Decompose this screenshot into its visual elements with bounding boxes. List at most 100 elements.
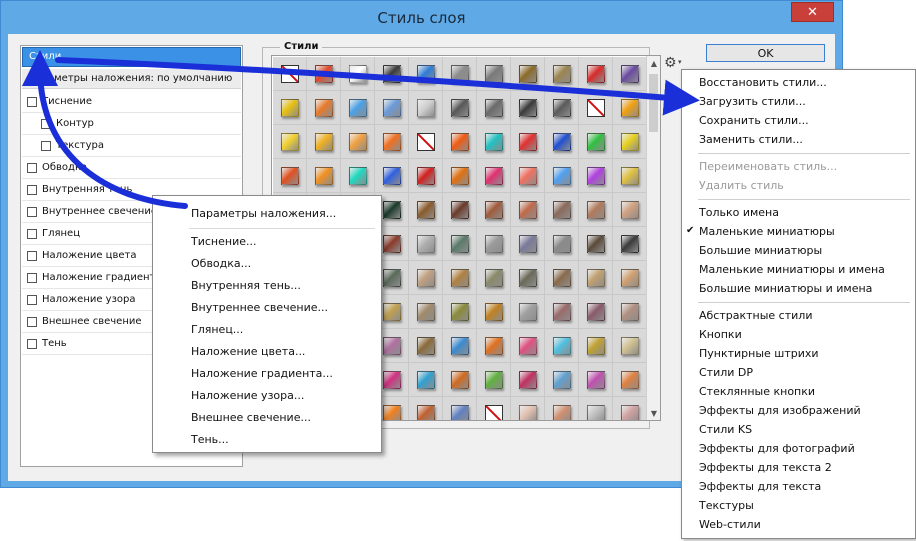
style-swatch-cell[interactable] xyxy=(443,57,477,91)
style-swatch-cell[interactable] xyxy=(613,57,647,91)
style-swatch-cell[interactable] xyxy=(477,125,511,159)
style-swatch-cell[interactable] xyxy=(375,159,409,193)
style-swatch-cell[interactable] xyxy=(341,57,375,91)
effect-checkbox[interactable] xyxy=(41,140,51,151)
effect-checkbox[interactable] xyxy=(27,272,37,283)
style-swatch-cell[interactable] xyxy=(477,159,511,193)
style-swatch-cell[interactable] xyxy=(613,261,647,295)
style-swatch-cell[interactable] xyxy=(443,125,477,159)
ok-button[interactable]: OK xyxy=(706,44,825,62)
style-swatch-cell[interactable] xyxy=(613,227,647,261)
style-swatch-cell[interactable] xyxy=(477,227,511,261)
scroll-down-icon[interactable]: ▼ xyxy=(647,406,660,420)
style-swatch-cell[interactable] xyxy=(545,125,579,159)
styles-menu-item[interactable]: Стили KS xyxy=(699,423,752,436)
style-swatch-cell[interactable] xyxy=(409,193,443,227)
style-swatch-cell[interactable] xyxy=(511,397,545,420)
style-swatch-cell[interactable] xyxy=(579,261,613,295)
style-swatch-cell[interactable] xyxy=(375,91,409,125)
style-swatch-cell[interactable] xyxy=(613,193,647,227)
style-swatch-cell[interactable] xyxy=(613,159,647,193)
styles-menu-item[interactable]: Маленькие миниатюры и имена xyxy=(699,263,885,276)
style-swatch-cell[interactable] xyxy=(579,363,613,397)
style-swatch-cell[interactable] xyxy=(511,125,545,159)
style-swatch-cell[interactable] xyxy=(545,329,579,363)
style-swatch-cell[interactable] xyxy=(409,363,443,397)
style-swatch-cell[interactable] xyxy=(511,57,545,91)
popup-menu-item[interactable]: Параметры наложения... xyxy=(191,207,336,220)
style-swatch-cell[interactable] xyxy=(409,261,443,295)
style-swatch-cell[interactable] xyxy=(477,57,511,91)
styles-menu-item[interactable]: Сохранить стили... xyxy=(699,114,809,127)
style-swatch-cell[interactable] xyxy=(579,227,613,261)
chevron-down-icon[interactable]: ▾ xyxy=(678,58,682,66)
effect-checkbox[interactable] xyxy=(27,96,37,107)
effect-checkbox[interactable] xyxy=(27,162,37,173)
style-swatch-cell[interactable] xyxy=(341,125,375,159)
close-button[interactable]: ✕ xyxy=(791,2,834,22)
style-swatch-cell[interactable] xyxy=(409,329,443,363)
gear-icon[interactable]: ⚙ xyxy=(664,55,677,71)
style-swatch-cell[interactable] xyxy=(545,227,579,261)
effect-checkbox[interactable] xyxy=(27,184,37,195)
style-swatch-cell[interactable] xyxy=(477,91,511,125)
style-swatch-cell[interactable] xyxy=(613,91,647,125)
styles-menu-item[interactable]: Web-стили xyxy=(699,518,761,531)
style-swatch-cell[interactable] xyxy=(579,57,613,91)
style-swatch-cell[interactable] xyxy=(443,261,477,295)
style-swatch-cell[interactable] xyxy=(545,295,579,329)
style-swatch-cell[interactable] xyxy=(409,159,443,193)
styles-menu-item[interactable]: Только имена xyxy=(699,206,779,219)
styles-menu-item[interactable]: Эффекты для текста 2 xyxy=(699,461,832,474)
style-swatch-cell[interactable] xyxy=(477,363,511,397)
style-swatch-cell[interactable] xyxy=(511,193,545,227)
style-swatch-cell[interactable] xyxy=(273,159,307,193)
style-swatch-cell[interactable] xyxy=(511,159,545,193)
effect-row[interactable]: Тиснение xyxy=(22,91,241,113)
style-swatch-cell[interactable] xyxy=(511,363,545,397)
styles-menu-item[interactable]: Абстрактные стили xyxy=(699,309,812,322)
style-swatch-cell[interactable] xyxy=(613,363,647,397)
scroll-thumb[interactable] xyxy=(649,74,658,132)
styles-menu-item[interactable]: Загрузить стили... xyxy=(699,95,806,108)
style-swatch-cell[interactable] xyxy=(579,295,613,329)
styles-menu-item[interactable]: Стили DP xyxy=(699,366,753,379)
style-swatch-cell[interactable] xyxy=(443,91,477,125)
effect-checkbox[interactable] xyxy=(27,206,37,217)
style-swatch-cell[interactable] xyxy=(545,193,579,227)
popup-menu-item[interactable]: Тень... xyxy=(191,433,229,446)
effect-checkbox[interactable] xyxy=(27,250,37,261)
style-swatch-cell[interactable] xyxy=(613,295,647,329)
blending-options-item[interactable]: Параметры наложения: по умолчанию xyxy=(22,69,241,89)
style-swatch-cell[interactable] xyxy=(579,91,613,125)
style-swatch-cell[interactable] xyxy=(613,125,647,159)
style-swatch-cell[interactable] xyxy=(443,227,477,261)
style-swatch-cell[interactable] xyxy=(579,329,613,363)
style-swatch-cell[interactable] xyxy=(579,397,613,420)
styles-menu-item[interactable]: Стеклянные кнопки xyxy=(699,385,815,398)
style-swatch-cell[interactable] xyxy=(409,125,443,159)
style-swatch-cell[interactable] xyxy=(341,159,375,193)
popup-menu-item[interactable]: Внутреннее свечение... xyxy=(191,301,328,314)
style-swatch-cell[interactable] xyxy=(273,91,307,125)
style-swatch-cell[interactable] xyxy=(511,295,545,329)
style-swatch-cell[interactable] xyxy=(273,57,307,91)
style-swatch-cell[interactable] xyxy=(579,159,613,193)
popup-menu-item[interactable]: Наложение цвета... xyxy=(191,345,305,358)
style-swatch-cell[interactable] xyxy=(613,397,647,420)
style-swatch-cell[interactable] xyxy=(545,159,579,193)
style-swatch-cell[interactable] xyxy=(545,91,579,125)
effect-checkbox[interactable] xyxy=(27,338,37,349)
style-swatch-cell[interactable] xyxy=(409,295,443,329)
style-swatch-cell[interactable] xyxy=(409,227,443,261)
styles-menu-item[interactable]: Большие миниатюры и имена xyxy=(699,282,872,295)
scroll-up-icon[interactable]: ▲ xyxy=(647,56,660,70)
style-swatch-cell[interactable] xyxy=(545,363,579,397)
style-swatch-cell[interactable] xyxy=(579,125,613,159)
popup-menu-item[interactable]: Обводка... xyxy=(191,257,251,270)
styles-menu-item[interactable]: Эффекты для фотографий xyxy=(699,442,855,455)
effect-checkbox[interactable] xyxy=(41,118,51,129)
grid-scrollbar[interactable]: ▲ ▼ xyxy=(646,56,660,420)
style-swatch-cell[interactable] xyxy=(511,227,545,261)
style-swatch-cell[interactable] xyxy=(409,57,443,91)
